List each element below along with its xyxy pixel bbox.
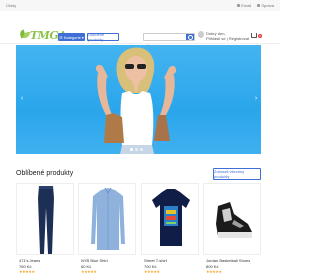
product-name[interactable]: NYB Blue Shirt xyxy=(81,258,108,263)
mail-icon xyxy=(237,4,241,7)
user-icon xyxy=(198,31,204,38)
user-account[interactable]: Dobrý den, Přihlásit se | Registrovat xyxy=(198,31,249,41)
menu-icon: ☰ xyxy=(59,34,63,40)
product-name[interactable]: Street T-shirt xyxy=(144,258,167,263)
product-card[interactable]: Jordan Basketball Shoes 800 Kč ★★★★★ xyxy=(203,183,261,280)
product-image-tshirt[interactable] xyxy=(141,183,199,255)
settings-icon xyxy=(257,4,261,7)
top-bar: Účety Email Správa xyxy=(0,0,280,11)
chevron-down-icon: ▾ xyxy=(81,34,84,40)
hero-model-image xyxy=(95,47,177,154)
leaf-icon xyxy=(18,29,31,40)
hero-banner[interactable] xyxy=(16,45,261,154)
cart-icon xyxy=(251,33,257,38)
next-slide-icon[interactable]: › xyxy=(252,95,260,103)
product-name[interactable]: 471's Jeans xyxy=(19,258,40,263)
product-card[interactable]: Street T-shirt 700 Kč ★★★★★ xyxy=(141,183,199,280)
admin-link[interactable]: Správa xyxy=(257,3,274,8)
product-name[interactable]: Jordan Basketball Shoes xyxy=(206,258,250,263)
cart-button[interactable]: 0 xyxy=(251,33,262,38)
favorites-button[interactable]: Oblíbené produkty xyxy=(87,32,119,42)
slide-dot[interactable] xyxy=(135,148,138,151)
prev-slide-icon[interactable]: ‹ xyxy=(18,95,26,103)
section-title: Oblíbené produkty xyxy=(16,170,74,177)
product-card[interactable]: 471's Jeans 760 Kč ★★★★★ xyxy=(16,183,74,280)
product-image-shoes[interactable] xyxy=(203,183,261,255)
cart-count-badge: 0 xyxy=(258,33,262,38)
product-list: 471's Jeans 760 Kč ★★★★★ NYB Blue Shirt … xyxy=(16,183,261,280)
login-register-link[interactable]: Přihlásit se | Registrovat xyxy=(206,36,249,41)
search-box xyxy=(143,33,195,49)
product-rating: ★★★★★ xyxy=(81,269,97,274)
accounts-link[interactable]: Účety xyxy=(6,3,16,8)
product-image-shirt[interactable] xyxy=(78,183,136,255)
top-links: Email Správa xyxy=(237,3,274,8)
product-rating: ★★★★★ xyxy=(144,269,160,274)
show-all-products-button[interactable]: Zobrazit všechny produkty xyxy=(213,168,261,180)
categories-button[interactable]: ☰ Kategorie ▾ xyxy=(58,33,85,41)
product-rating: ★★★★★ xyxy=(206,269,222,274)
product-card[interactable]: NYB Blue Shirt 60 Kč ★★★★★ xyxy=(78,183,136,280)
product-rating: ★★★★★ xyxy=(19,269,35,274)
header: TMGA ☰ Kategorie ▾ Oblíbené produkty Dob… xyxy=(0,11,280,49)
product-image-jeans[interactable] xyxy=(16,183,74,255)
email-link[interactable]: Email xyxy=(237,3,251,8)
slide-dot[interactable] xyxy=(140,148,143,151)
slider-dots xyxy=(130,148,143,151)
search-icon[interactable] xyxy=(186,34,194,40)
slide-dot[interactable] xyxy=(130,148,133,151)
